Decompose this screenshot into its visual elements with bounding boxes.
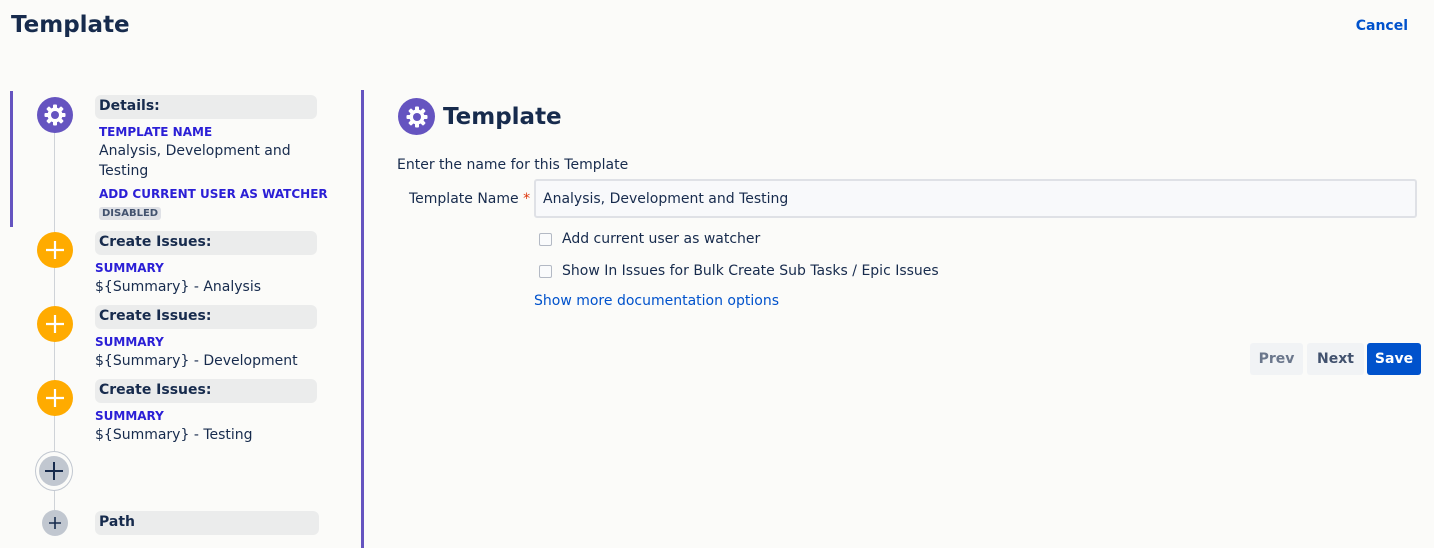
watcher-checkbox-row[interactable]: Add current user as watcher [539,231,760,247]
template-name-value: Analysis, Development and Testing [99,143,291,179]
summary-label: SUMMARY [95,335,164,349]
panel-divider [361,90,364,548]
active-step-indicator [10,91,13,227]
template-name-label: TEMPLATE NAME [99,125,213,139]
save-button[interactable]: Save [1367,343,1421,375]
form-title: Template [443,104,562,130]
bulk-create-checkbox[interactable] [539,264,552,278]
template-name-field-label: Template Name * [409,191,530,207]
watcher-checkbox-label[interactable]: Add current user as watcher [562,231,760,247]
form-intro: Enter the name for this Template [397,157,629,173]
step-header-details[interactable]: Details: [95,95,317,119]
cancel-link[interactable]: Cancel [1356,18,1408,34]
required-marker: * [523,191,531,207]
summary-value: ${Summary} - Development [95,353,298,369]
step-header-create-issues[interactable]: Create Issues: [95,379,317,403]
path-plus-icon[interactable] [42,510,68,536]
watcher-checkbox[interactable] [539,232,552,246]
step-header-create-issues[interactable]: Create Issues: [95,305,317,329]
summary-value: ${Summary} - Testing [95,427,253,443]
next-button[interactable]: Next [1307,343,1364,375]
page-title: Template [11,12,130,38]
gear-icon [398,98,435,135]
plus-icon[interactable] [37,306,73,342]
summary-label: SUMMARY [95,409,164,423]
watcher-label: ADD CURRENT USER AS WATCHER [99,187,328,201]
plus-icon[interactable] [37,380,73,416]
steps-timeline: Details: TEMPLATE NAME Analysis, Develop… [0,90,360,548]
plus-icon[interactable] [37,232,73,268]
template-name-label-text: Template Name [409,191,519,207]
step-header-path[interactable]: Path [95,511,319,535]
status-badge: DISABLED [99,207,162,220]
step-header-create-issues[interactable]: Create Issues: [95,231,317,255]
summary-label: SUMMARY [95,261,164,275]
gear-icon[interactable] [37,97,73,133]
add-step-icon [39,456,69,486]
summary-value: ${Summary} - Analysis [95,279,262,295]
bulk-create-checkbox-row[interactable]: Show In Issues for Bulk Create Sub Tasks… [539,263,939,279]
prev-button[interactable]: Prev [1250,343,1303,375]
bulk-create-checkbox-label[interactable]: Show In Issues for Bulk Create Sub Tasks… [562,263,939,279]
add-step-button[interactable] [35,451,73,491]
template-name-input[interactable] [534,179,1417,218]
show-more-docs-link[interactable]: Show more documentation options [534,293,779,309]
